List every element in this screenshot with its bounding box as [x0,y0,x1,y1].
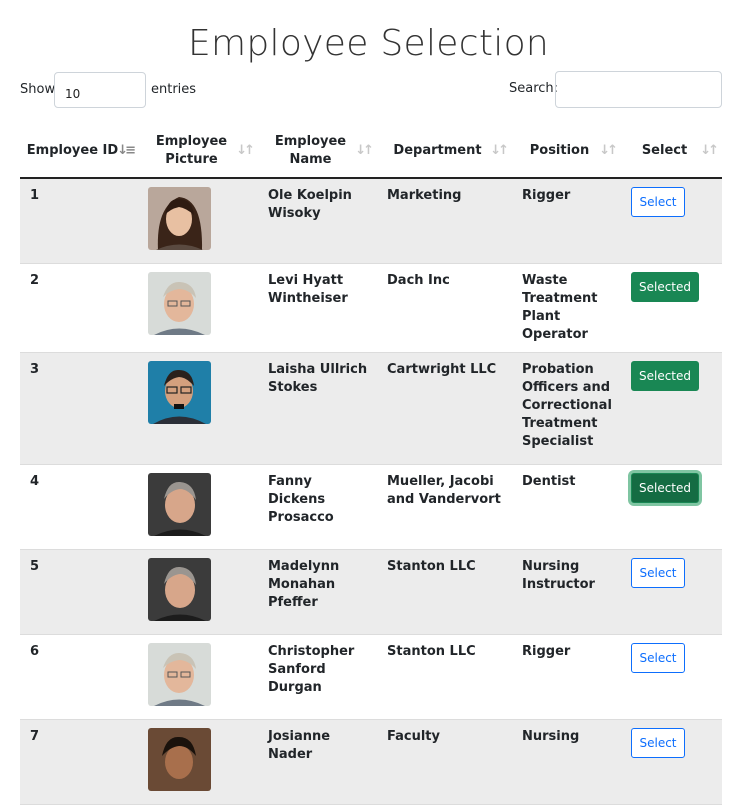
entries-value: 10 [65,87,81,101]
sort-icon: ↓↑ [700,142,719,158]
cell-department: Stanton LLC [377,634,512,720]
search-input[interactable] [555,71,722,108]
header-employee-name[interactable]: Employee Name ↓↑ [258,124,377,179]
cell-position: Probation Officers and Correctional Trea… [512,352,621,465]
cell-department: Mueller, Jacobi and Vandervort [377,464,512,550]
table-row: 1 Ole Koelpin Wisoky Marketing Rigger Se… [20,178,722,264]
header-position[interactable]: Position ↓↑ [512,124,621,179]
sort-icon: ↓↑ [236,142,255,158]
cell-select: Select [621,634,722,720]
cell-name: Fanny Dickens Prosacco [258,464,377,550]
sort-desc-icon: ↓≡ [117,142,136,158]
cell-position: Rigger [512,178,621,264]
table-row: 4 Fanny Dickens Prosacco Mueller, Jacobi… [20,464,722,550]
cell-id: 7 [20,719,139,805]
cell-department: Cartwright LLC [377,352,512,465]
selected-button[interactable]: Selected [631,360,699,391]
cell-department: Marketing [377,178,512,264]
cell-department: Dach Inc [377,263,512,353]
employee-photo [148,360,211,424]
employee-table: Employee ID ↓≡ Employee Picture ↓↑ Employe… [20,124,722,805]
cell-position: Nursing Instructor [512,549,621,635]
cell-name: Ole Koelpin Wisoky [258,178,377,264]
header-employee-picture[interactable]: Employee Picture ↓↑ [139,124,258,179]
cell-id: 6 [20,634,139,720]
cell-name: Christopher Sanford Durgan [258,634,377,720]
employee-photo [148,271,211,335]
selected-button[interactable]: Selected [631,472,699,503]
cell-name: Josianne Nader [258,719,377,805]
header-select[interactable]: Select ↓↑ [621,124,722,179]
cell-position: Rigger [512,634,621,720]
table-row: 5 Madelynn Monahan Pfeffer Stanton LLC N… [20,549,722,635]
cell-id: 1 [20,178,139,264]
sort-icon: ↓↑ [599,142,618,158]
sort-icon: ↓↑ [355,142,374,158]
cell-picture [139,719,258,805]
cell-select: Select [621,549,722,635]
cell-picture [139,178,258,264]
entries-label: entries [151,82,197,97]
table-row: 6 Christopher Sanford Durgan Stanton LLC… [20,634,722,720]
cell-picture [139,549,258,635]
sort-icon: ↓↑ [490,142,509,158]
cell-picture [139,634,258,720]
cell-position: Waste Treatment Plant Operator [512,263,621,353]
cell-position: Nursing [512,719,621,805]
cell-id: 5 [20,549,139,635]
search-label: Search: [509,81,559,96]
cell-picture [139,352,258,465]
employee-photo [148,727,211,791]
cell-id: 4 [20,464,139,550]
cell-name: Levi Hyatt Wintheiser [258,263,377,353]
cell-position: Dentist [512,464,621,550]
select-button[interactable]: Select [631,727,685,758]
cell-select: Selected [621,464,722,550]
cell-department: Faculty [377,719,512,805]
employee-photo [148,187,211,250]
cell-department: Stanton LLC [377,549,512,635]
cell-name: Madelynn Monahan Pfeffer [258,549,377,635]
selected-button[interactable]: Selected [631,271,699,302]
select-button[interactable]: Select [631,642,685,673]
cell-id: 3 [20,352,139,465]
header-employee-id[interactable]: Employee ID ↓≡ [20,124,139,179]
page-title: Employee Selection [187,23,550,64]
select-button[interactable]: Select [631,557,685,588]
table-row: 2 Levi Hyatt Wintheiser Dach Inc Waste T… [20,263,722,353]
cell-picture [139,263,258,353]
employee-photo [148,642,211,706]
cell-select: Selected [621,263,722,353]
employee-photo [148,472,211,536]
cell-id: 2 [20,263,139,353]
cell-name: Laisha Ullrich Stokes [258,352,377,465]
cell-select: Selected [621,352,722,465]
show-label: Show [20,82,56,97]
cell-select: Select [621,178,722,264]
table-row: 7 Josianne Nader Faculty Nursing Select [20,719,722,805]
header-department[interactable]: Department ↓↑ [377,124,512,179]
entries-select[interactable]: 10 [54,72,146,108]
employee-photo [148,557,211,621]
cell-select: Select [621,719,722,805]
table-row: 3 Laisha Ullrich Stokes Cartwright LLC P… [20,352,722,465]
cell-picture [139,464,258,550]
select-button[interactable]: Select [631,187,685,217]
